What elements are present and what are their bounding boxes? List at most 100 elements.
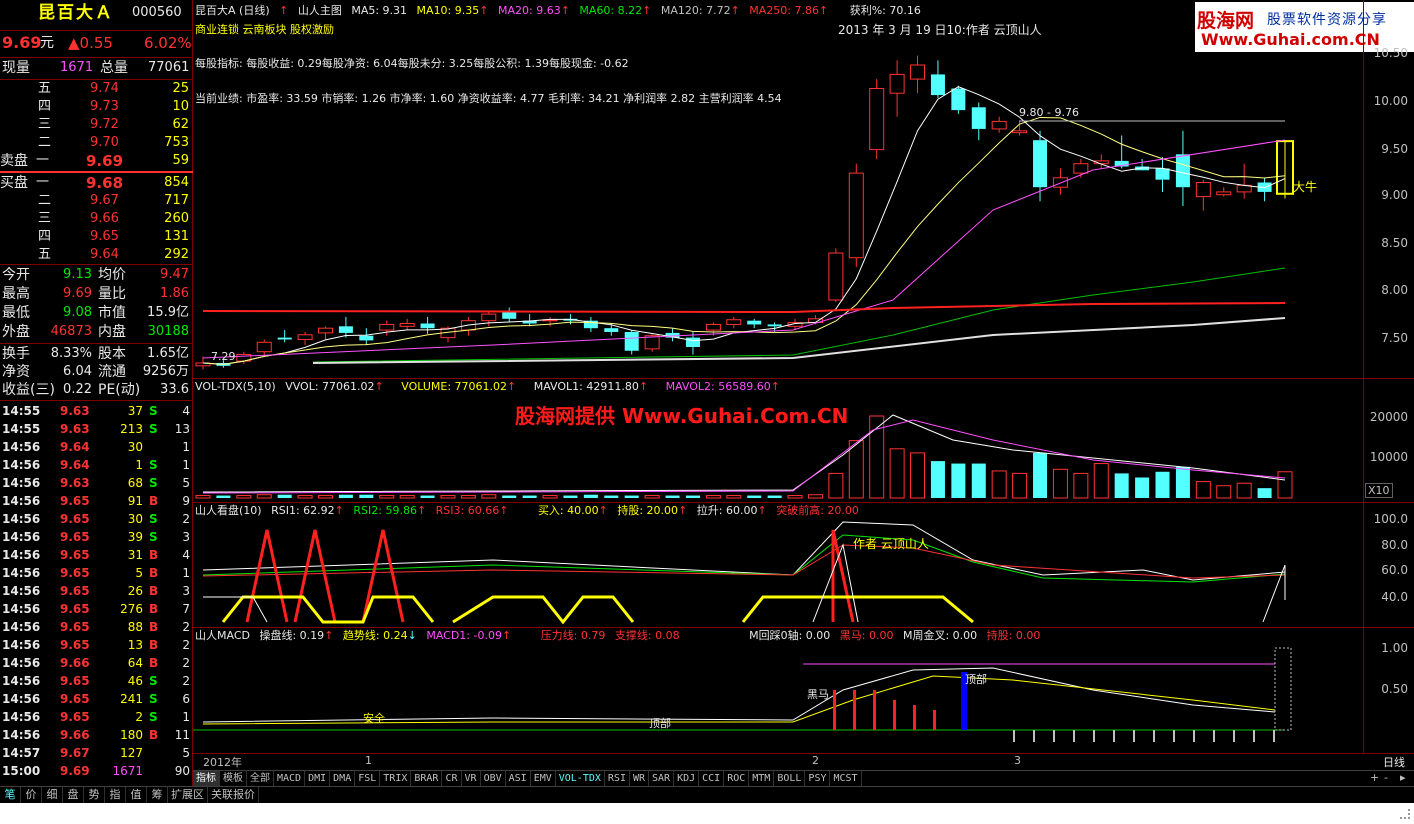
macd-bar [1173,730,1175,742]
ask-level: 三 [38,117,52,132]
tick-row[interactable]: 14:56 9.66 64 B 2 [0,654,193,672]
concept-tags: 商业连锁 云南板块 股权激励 [195,23,334,36]
bid-row[interactable]: 五 9.64 292 [0,246,193,264]
bottom-tab-extra[interactable]: 扩展区 [168,787,208,803]
indicator-tab[interactable]: MTM [749,771,775,786]
bottom-tab[interactable]: 笔 [0,787,21,803]
bottom-tab[interactable]: 指 [105,787,126,803]
total-volume-value: 77061 [148,60,190,75]
indicator-tab[interactable]: WR [630,771,650,786]
volume-bar [1257,488,1272,498]
ask-row[interactable]: 四 9.73 10 [0,98,193,116]
bottom-tab[interactable]: 势 [84,787,105,803]
indicator-tab[interactable]: MACD [274,771,306,786]
zoom-out-icon[interactable]: - [1384,771,1388,784]
period-selector[interactable]: 日线 [1383,754,1405,770]
ask-price: 9.70 [90,135,119,150]
buy-label: 买盘 [0,175,28,191]
tick-row[interactable]: 14:56 9.65 5 B 1 [0,564,193,582]
chart-area[interactable]: 昆百大A (日线) ↑ 山人主图 MA5: 9.31 MA10: 9.35↑ M… [193,0,1414,770]
tick-row[interactable]: 14:55 9.63 213 S 13 [0,420,193,438]
bid-row[interactable]: 二 9.67 717 [0,192,193,210]
indicator-tab[interactable]: ASI [506,771,531,786]
indicator-tab[interactable]: MCST [830,771,862,786]
bottom-tab[interactable]: 价 [21,787,42,803]
main-indicator-name[interactable]: 山人主图 [298,4,342,17]
resize-grip-icon[interactable] [1400,809,1410,819]
indicator-tab-bar[interactable]: 指标 模板 全部 MACD DMI DMA FSL TRIX BRAR CR VR OBV ASI EMV… [193,770,1414,786]
volume-bar [195,495,211,499]
tick-row[interactable]: 14:55 9.63 37 S 4 [0,402,193,420]
indicator-tab[interactable]: BOLL [774,771,806,786]
tick-row[interactable]: 14:56 9.65 2 S 1 [0,708,193,726]
tick-row[interactable]: 14:56 9.66 180 B 11 [0,726,193,744]
bid-row[interactable]: 四 9.65 131 [0,228,193,246]
tick-row[interactable]: 14:56 9.65 241 S 6 [0,690,193,708]
indicator-tab[interactable]: DMI [305,771,331,786]
indicator-tab[interactable]: EMV [531,771,556,786]
indicator-tab[interactable]: CCI [699,771,725,786]
indicator-tab[interactable]: FSL [355,771,381,786]
macd-bar [893,700,896,730]
tick-row[interactable]: 14:56 9.65 88 B 2 [0,618,193,636]
bottom-tab[interactable]: 值 [126,787,147,803]
axis-tick-label: 20000 [1369,410,1408,424]
indicator-tab[interactable]: 指标 [193,771,220,786]
zoom-in-icon[interactable]: + [1370,771,1379,784]
tick-row[interactable]: 14:56 9.63 68 S 5 [0,474,193,492]
bottom-tab[interactable]: 筹 [147,787,168,803]
indicator-tab[interactable]: DMA [330,771,356,786]
tick-row[interactable]: 14:56 9.64 30 1 [0,438,193,456]
candle-body [705,323,721,331]
bid-row[interactable]: 买盘一 9.68 854 [0,174,193,192]
tick-time: 14:56 [2,440,41,454]
indicator-tab[interactable]: 模板 [220,771,247,786]
scroll-right-icon[interactable]: ▸ [1400,771,1406,784]
stat-label: 净资 [2,364,30,380]
indicator-tab[interactable]: 全部 [247,771,274,786]
indicator-tab[interactable]: VOL-TDX [556,771,605,786]
indicator-tab[interactable]: BRAR [411,771,443,786]
tick-row[interactable]: 14:56 9.65 276 B 7 [0,600,193,618]
indicator-tab[interactable]: SAR [649,771,675,786]
tick-row[interactable]: 14:57 9.67 127 5 [0,744,193,762]
bid-row[interactable]: 三 9.66 260 [0,210,193,228]
tick-row[interactable]: 14:56 9.65 13 B 2 [0,636,193,654]
indicator-tab[interactable]: TRIX [380,771,412,786]
ma60-line [312,267,1286,363]
volume-bar [726,495,742,499]
bottom-tab-bar[interactable]: 笔价细盘势指值筹扩展区 关联报价 [0,786,1414,803]
ask-row[interactable]: 卖盘一 9.69 59 [0,152,193,170]
indicator-tab[interactable]: RSI [605,771,630,786]
bottom-tab-extra[interactable]: 关联报价 [208,787,259,803]
axis-tick-label: 40.0 [1381,590,1408,604]
axis-tick-label: 80.0 [1381,538,1408,552]
tick-row[interactable]: 14:56 9.65 31 B 4 [0,546,193,564]
zoom-controls[interactable]: + - ▸ [1366,771,1414,786]
bid-volume: 717 [164,193,189,208]
tick-time: 14:56 [2,548,41,562]
volume-summary: 现量 1671 总量 77061 [0,58,193,78]
ask-row[interactable]: 二 9.70 753 [0,134,193,152]
tick-row[interactable]: 14:56 9.65 30 S 2 [0,510,193,528]
macd-bar [833,690,836,730]
tick-row[interactable]: 14:56 9.65 39 S 3 [0,528,193,546]
tick-row[interactable]: 14:56 9.65 91 B 9 [0,492,193,510]
indicator-tab[interactable]: PSY [805,771,831,786]
tick-row[interactable]: 14:56 9.65 46 S 2 [0,672,193,690]
volume-bar [317,495,333,499]
indicator-tab[interactable]: KDJ [674,771,700,786]
indicator-tab[interactable]: VR [462,771,481,786]
tick-row[interactable]: 14:56 9.65 26 B 3 [0,582,193,600]
indicator-tab[interactable]: CR [442,771,462,786]
ask-row[interactable]: 三 9.72 62 [0,116,193,134]
ask-row[interactable]: 五 9.74 25 [0,80,193,98]
tick-row[interactable]: 14:56 9.64 1 S 1 [0,456,193,474]
bottom-tab[interactable]: 细 [42,787,63,803]
indicator-tab[interactable]: ROC [724,771,750,786]
tick-time: 14:55 [2,404,41,418]
tick-row[interactable]: 15:00 9.69 1671 90 [0,762,193,780]
stat-value: 9256万 [142,364,189,379]
bottom-tab[interactable]: 盘 [63,787,84,803]
indicator-tab[interactable]: OBV [481,771,506,786]
